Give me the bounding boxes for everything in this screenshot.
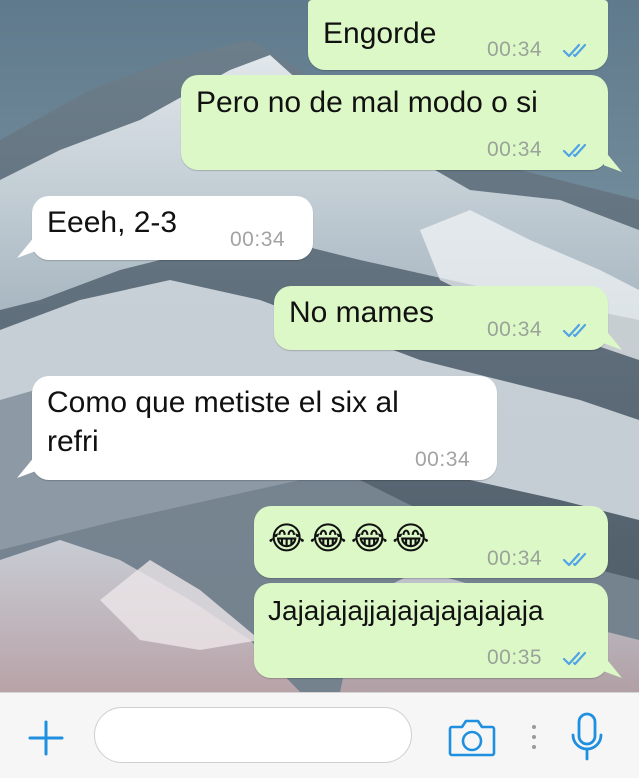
more-dots-icon [532,725,536,749]
message-bubble-outgoing[interactable]: Engorde 00:34 [308,0,608,70]
microphone-icon[interactable] [568,711,606,763]
camera-icon[interactable] [447,715,497,759]
read-receipt-icon [562,552,587,567]
message-time: 00:34 [487,547,543,570]
message-text-line: refri [47,425,99,458]
read-receipt-icon [562,651,587,666]
message-list[interactable]: Engorde 00:34 Pero no de mal modo o si 0… [0,0,639,692]
message-text-line: Como que metiste el six al [47,386,399,419]
message-bubble-outgoing[interactable]: No mames 00:34 [274,286,608,350]
plus-icon[interactable] [26,718,66,758]
message-text: Eeeh, 2-3 [47,206,178,239]
message-bubble-incoming[interactable]: Eeeh, 2-3 00:34 [32,196,313,260]
message-text: Engorde [323,17,437,50]
message-time: 00:34 [415,448,471,471]
message-text: Jajajajajjajajajajajajaja [268,595,544,626]
message-bubble-incoming[interactable]: Como que metiste el six al refri 00:34 [32,376,497,480]
message-time: 00:35 [487,646,543,669]
read-receipt-icon [562,323,587,338]
message-text: Pero no de mal modo o si [196,86,538,119]
bubble-tail [17,236,35,258]
message-time: 00:34 [487,38,543,61]
message-input[interactable] [94,707,412,763]
message-bubble-outgoing[interactable]: 😂😂😂😂 00:34 [254,506,608,578]
message-bubble-outgoing[interactable]: Pero no de mal modo o si 00:34 [181,75,608,170]
message-time: 00:34 [487,318,543,341]
message-time: 00:34 [487,138,543,161]
read-receipt-icon [562,43,587,58]
message-time: 00:34 [230,228,286,251]
message-text: No mames [289,296,435,329]
message-text: 😂😂😂😂 [268,520,434,556]
read-receipt-icon [562,143,587,158]
message-bubble-outgoing[interactable]: Jajajajajjajajajajajajaja 00:35 [254,583,608,678]
